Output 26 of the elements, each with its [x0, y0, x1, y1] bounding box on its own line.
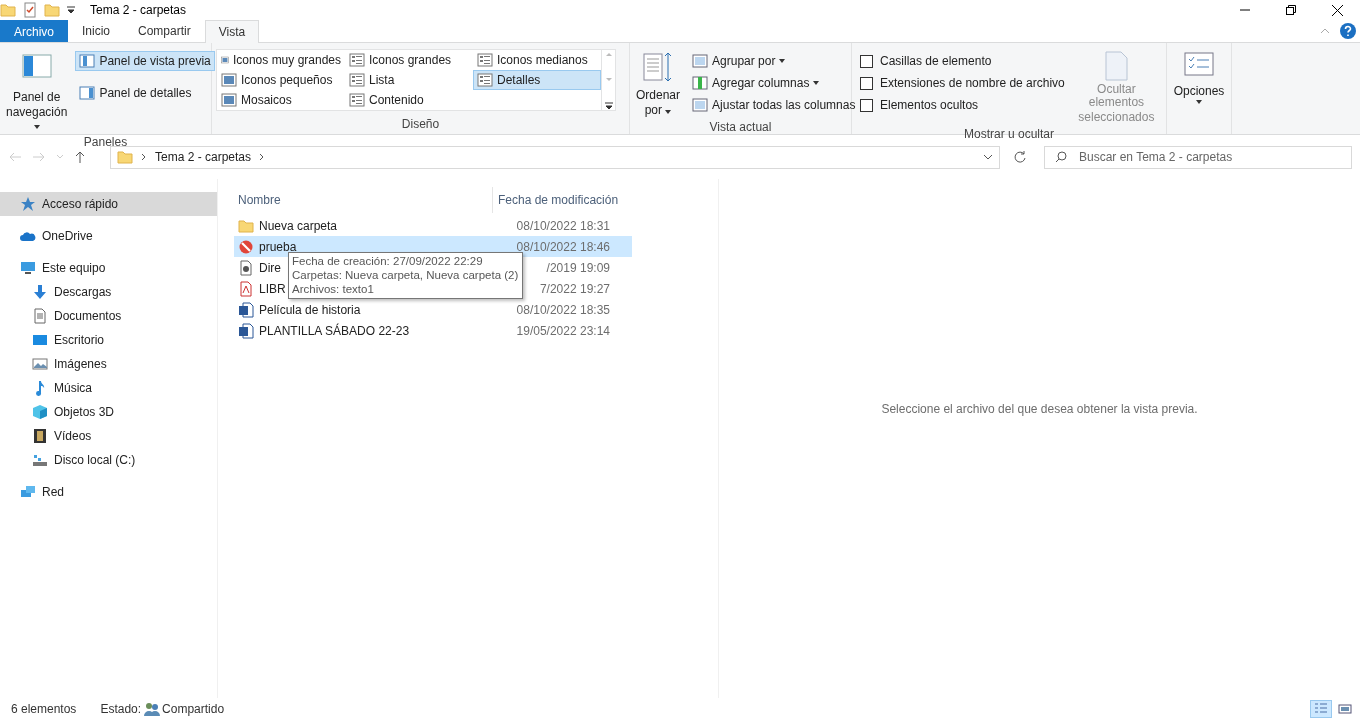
file-name: PLANTILLA SÁBADO 22-23 — [259, 323, 410, 338]
tooltip-line: Archivos: texto1 — [292, 282, 375, 296]
checkbox-label: Casillas de elemento — [880, 54, 992, 68]
file-name: LIBR — [259, 281, 286, 296]
item-count: 6 elementos — [11, 702, 77, 716]
file-name: Nueva carpeta — [259, 218, 338, 233]
file-name: Dire — [259, 260, 281, 275]
group-label: Mostrar u ocultar — [963, 126, 1055, 142]
checkbox-label: Extensiones de nombre de archivo — [880, 76, 1065, 90]
date-cell-text: 08/10/2022 18:35 — [515, 302, 610, 317]
checkbox-label: Elementos ocultos — [880, 98, 979, 112]
preview-message: Seleccione el archivo del que desea obtener la vista previa. — [881, 401, 1198, 416]
status-value: Compartido — [162, 702, 225, 716]
window-title: Tema 2 - carpetas — [90, 3, 187, 17]
tooltip-line: Fecha de creación: 27/09/2022 22:29 — [292, 254, 484, 268]
tooltip-line: Carpetas: Nueva carpeta, Nueva carpeta (2) — [292, 268, 519, 282]
group-label: Vista actual — [708, 119, 773, 135]
status-label: Estado: — [100, 702, 142, 716]
file-name: Película de historia — [259, 302, 361, 317]
date-cell-text: 19/05/2022 23:14 — [515, 323, 610, 338]
date-cell-text: 08/10/2022 18:46 — [515, 239, 610, 254]
date-cell-text: /2019 19:09 — [545, 260, 610, 275]
file-name: prueba — [259, 239, 297, 254]
date-cell-text: 7/2022 19:27 — [538, 281, 610, 296]
group-label: Diseño — [400, 116, 441, 133]
date-cell-text: 08/10/2022 18:31 — [515, 218, 610, 233]
